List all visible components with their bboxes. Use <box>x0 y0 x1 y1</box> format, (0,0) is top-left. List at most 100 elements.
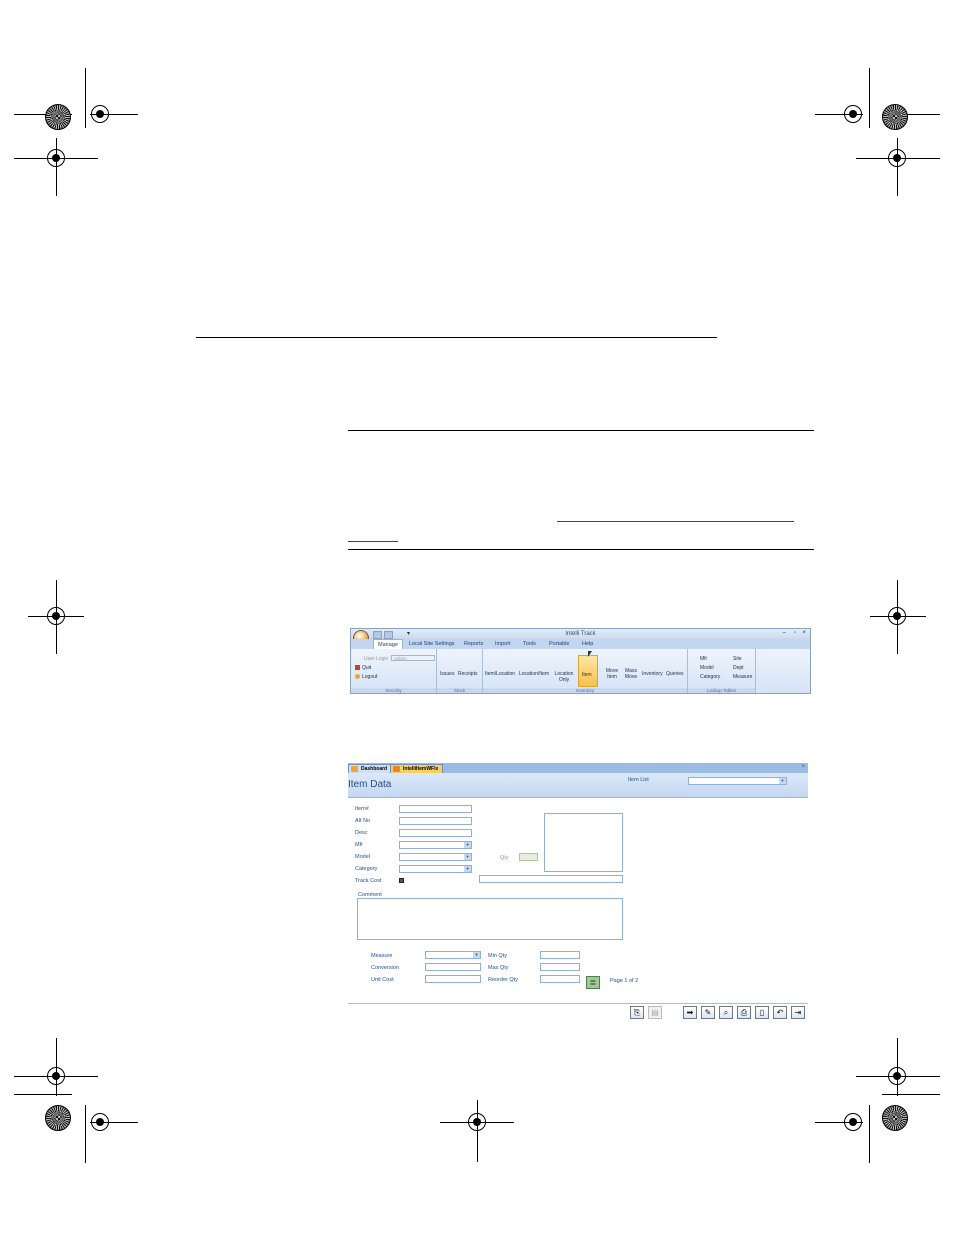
move-item-button[interactable]: Move Item <box>604 668 620 680</box>
reorder-qty-input[interactable] <box>540 975 580 983</box>
track-cost-extra-input[interactable] <box>479 875 623 883</box>
alt-no-input[interactable] <box>399 817 472 825</box>
item-location-button[interactable]: Item/Location <box>485 671 515 677</box>
mass-move-button[interactable]: Mass Move <box>623 668 639 680</box>
crop-line <box>56 138 57 196</box>
close-tab-icon[interactable]: × <box>801 764 805 770</box>
mfr-label: Mfr <box>355 842 363 848</box>
track-cost-checkbox[interactable] <box>399 878 404 883</box>
group-lookup-tables: Mfr Site Model Dept Category Measure Loo… <box>688 649 756 693</box>
item-button-highlight <box>578 655 598 687</box>
inventory-button[interactable]: Inventory <box>642 671 663 677</box>
site-button[interactable]: Site <box>733 656 742 662</box>
next-arrow-icon[interactable]: ➡ <box>683 1006 697 1019</box>
registration-starburst-icon <box>882 1105 908 1131</box>
item-image-box[interactable] <box>544 813 623 872</box>
registration-target-icon <box>468 1113 486 1131</box>
dept-button[interactable]: Dept <box>733 665 744 671</box>
ribbon-body: User Login Admin Quit Logout Security Is… <box>351 649 810 693</box>
form-title: Item Data <box>348 779 392 790</box>
close-icon[interactable]: × <box>802 630 806 636</box>
registration-starburst-icon <box>45 104 71 130</box>
tab-dashboard[interactable]: Dashboard <box>348 764 393 773</box>
user-login-combo[interactable]: Admin <box>391 655 435 661</box>
queries-button[interactable]: Queries <box>666 671 684 677</box>
page-toggle-icon[interactable]: ≣ <box>586 976 600 989</box>
new-record-icon[interactable]: ⎘ <box>630 1006 644 1019</box>
logout-button[interactable]: Logout <box>355 674 377 680</box>
exit-icon[interactable]: ⇥ <box>791 1006 805 1019</box>
item-list-dropdown[interactable] <box>688 777 787 785</box>
user-login-label: User Login <box>364 656 389 662</box>
category-dropdown[interactable] <box>399 865 472 873</box>
tab-portable[interactable]: Portable <box>549 641 570 647</box>
delete-icon[interactable]: ▯ <box>755 1006 769 1019</box>
crop-line <box>477 1100 478 1162</box>
mfr-dropdown[interactable] <box>399 841 472 849</box>
location-item-button[interactable]: Location/Item <box>519 671 549 677</box>
unit-cost-input[interactable] <box>425 975 481 983</box>
quit-button[interactable]: Quit <box>355 665 371 671</box>
registration-target-icon <box>91 105 109 123</box>
model-button[interactable]: Model <box>700 665 714 671</box>
search-icon[interactable]: ⌕ <box>719 1006 733 1019</box>
crop-line <box>869 68 870 128</box>
ribbon-tabs: Manage Local Site Settings Reports Impor… <box>351 639 810 657</box>
undo-icon[interactable]: ↶ <box>773 1006 787 1019</box>
note-bottom-rule <box>348 549 814 550</box>
mfr-button[interactable]: Mfr <box>700 656 707 662</box>
registration-starburst-icon <box>45 1105 71 1131</box>
crop-line <box>882 1094 940 1095</box>
location-only-button[interactable]: Location Only <box>553 671 575 683</box>
item-tab-icon <box>393 766 400 772</box>
measure-button[interactable]: Measure <box>733 674 752 680</box>
measure-label: Measure <box>371 953 393 959</box>
registration-starburst-icon <box>882 104 908 130</box>
quit-icon <box>355 665 360 671</box>
registration-target-icon <box>888 607 906 625</box>
measure-dropdown[interactable] <box>425 951 481 959</box>
desc-label: Desc <box>355 830 368 836</box>
section-rule <box>196 337 717 338</box>
item-no-label: Item# <box>355 806 369 812</box>
mouse-cursor-icon <box>588 651 592 657</box>
tab-reports[interactable]: Reports <box>464 641 483 647</box>
issues-button[interactable]: Issues <box>440 671 454 677</box>
comment-textarea[interactable] <box>357 898 623 940</box>
tab-tools[interactable]: Tools <box>523 641 536 647</box>
registration-target-icon <box>47 149 65 167</box>
ribbon-titlebar: ▾ Intelli Track – ▫ × <box>351 629 810 646</box>
max-qty-input[interactable] <box>540 963 580 971</box>
receipts-button[interactable]: Receipts <box>458 671 477 677</box>
copy-record-icon[interactable]: ▤ <box>648 1006 662 1019</box>
restore-icon[interactable]: ▫ <box>794 630 796 636</box>
hyperlink-underline[interactable] <box>557 521 794 522</box>
group-label-inventory: Inventory <box>483 688 687 693</box>
tab-help[interactable]: Help <box>582 641 593 647</box>
tab-import[interactable]: Import <box>495 641 511 647</box>
item-no-input[interactable] <box>399 805 472 813</box>
item-button[interactable]: Item <box>582 672 592 678</box>
edit-icon[interactable]: ✎ <box>701 1006 715 1019</box>
note-top-rule <box>348 430 814 431</box>
conversion-input[interactable] <box>425 963 481 971</box>
model-label: Model <box>355 854 370 860</box>
desc-input[interactable] <box>399 829 472 837</box>
max-qty-label: Max Qty <box>488 965 509 971</box>
qty-readonly-field <box>519 853 538 861</box>
category-button[interactable]: Category <box>700 674 720 680</box>
group-label-stock: Stock <box>437 688 482 693</box>
hyperlink-underline[interactable] <box>348 541 398 542</box>
tab-intelli-item[interactable]: IntelliItemWFlx <box>390 764 444 773</box>
print-icon[interactable]: ⎙ <box>737 1006 751 1019</box>
form-tabbar: Dashboard IntelliItemWFlx × <box>348 763 808 773</box>
tab-manage[interactable]: Manage <box>373 639 403 649</box>
model-dropdown[interactable] <box>399 853 472 861</box>
min-qty-input[interactable] <box>540 951 580 959</box>
crop-line <box>85 1105 86 1163</box>
group-security: User Login Admin Quit Logout Security <box>351 649 437 693</box>
minimize-icon[interactable]: – <box>783 630 786 636</box>
category-label: Category <box>355 866 378 872</box>
ribbon-screenshot: ▾ Intelli Track – ▫ × Manage Local Site … <box>350 628 811 694</box>
tab-local-site-settings[interactable]: Local Site Settings <box>409 641 455 647</box>
